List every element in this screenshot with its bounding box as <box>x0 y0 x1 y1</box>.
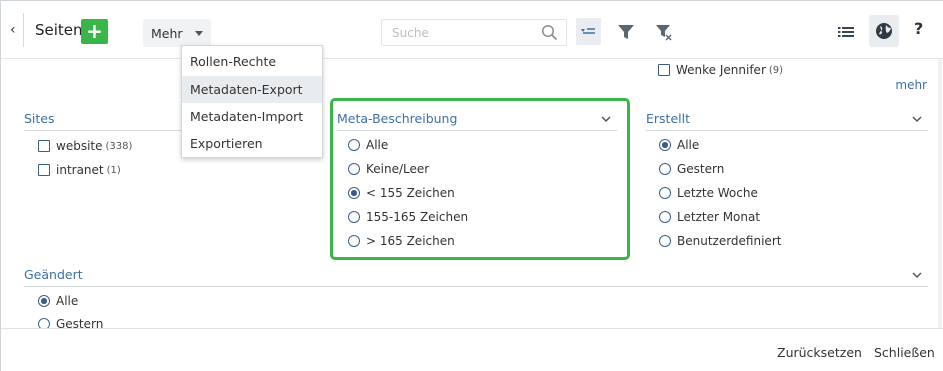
radio-label: Gestern <box>56 317 104 328</box>
radio-button-checked[interactable] <box>659 139 671 151</box>
list-view-icon[interactable] <box>835 21 857 43</box>
mehr-dropdown-button[interactable]: Mehr <box>143 19 211 47</box>
checkbox-count: (1) <box>106 164 121 176</box>
radio-button[interactable] <box>38 318 50 328</box>
radio-erstellt-alle[interactable]: Alle <box>659 135 699 155</box>
checkbox-count: (9) <box>768 64 784 76</box>
section-title: Sites <box>24 111 55 126</box>
footer: Zurücksetzen Schließen <box>1 328 943 371</box>
radio-geaendert-gestern[interactable]: Gestern <box>38 314 103 328</box>
menu-item-metadaten-import[interactable]: Metadaten-Import <box>182 103 322 130</box>
checkbox-label: intranet <box>56 163 104 177</box>
radio-label: Alle <box>56 294 79 308</box>
clear-filter-icon[interactable] <box>653 21 675 43</box>
caret-down-icon <box>195 31 203 36</box>
radio-label: Gestern <box>677 162 725 176</box>
mehr-label: Mehr <box>151 26 183 41</box>
radio-button[interactable] <box>659 235 671 247</box>
search-box <box>381 19 567 46</box>
toolbar-divider <box>23 13 24 47</box>
add-page-button[interactable]: + <box>81 19 108 44</box>
radio-label: Benutzerdefiniert <box>677 234 782 248</box>
radio-erstellt-benutzer[interactable]: Benutzerdefiniert <box>659 231 781 251</box>
checkbox[interactable] <box>38 140 50 152</box>
more-link[interactable]: mehr <box>895 78 927 92</box>
checkbox-row-wenke[interactable]: Wenke Jennifer (9) <box>658 60 783 80</box>
help-icon[interactable]: ? <box>914 19 923 38</box>
app-window: ‹ Seiten + Mehr Suche ? Wenke Jennifer (… <box>0 0 943 371</box>
menu-item-exportieren[interactable]: Exportieren <box>182 130 322 157</box>
toolbar: ‹ Seiten + Mehr Suche ? <box>1 1 943 59</box>
scrollbar[interactable] <box>938 59 942 328</box>
mehr-dropdown-menu: Rollen-Rechte Metadaten-Export Metadaten… <box>181 45 323 158</box>
radio-label: Letzter Monat <box>677 210 761 224</box>
back-chevron-icon[interactable]: ‹ <box>10 23 20 37</box>
radio-erstellt-monat[interactable]: Letzter Monat <box>659 207 760 227</box>
filter-icon[interactable] <box>615 21 637 43</box>
checkbox-count: (338) <box>105 140 133 152</box>
radio-button-checked[interactable] <box>38 295 50 307</box>
page-title: Seiten <box>35 21 83 39</box>
geaendert-section-header[interactable]: Geändert <box>24 265 928 287</box>
chevron-down-icon <box>912 116 922 123</box>
plus-icon: + <box>86 19 103 43</box>
reset-button[interactable]: Zurücksetzen <box>777 345 862 360</box>
radio-erstellt-gestern[interactable]: Gestern <box>659 159 724 179</box>
checkbox-label: Wenke Jennifer <box>676 63 766 77</box>
checkbox-label: website <box>56 139 103 153</box>
radio-label: Letzte Woche <box>677 186 758 200</box>
sort-filter-button[interactable] <box>576 18 601 45</box>
search-input[interactable] <box>382 20 532 45</box>
language-button[interactable] <box>869 15 899 47</box>
checkbox[interactable] <box>38 164 50 176</box>
sort-list-icon <box>581 28 595 34</box>
menu-item-rollen-rechte[interactable]: Rollen-Rechte <box>182 48 322 75</box>
chevron-down-icon <box>912 272 922 279</box>
section-title: Geändert <box>24 267 83 282</box>
highlight-annotation <box>330 98 630 260</box>
radio-button[interactable] <box>659 211 671 223</box>
radio-button[interactable] <box>659 187 671 199</box>
section-title: Erstellt <box>646 111 690 126</box>
close-button[interactable]: Schließen <box>874 345 935 360</box>
radio-label: Alle <box>677 138 700 152</box>
checkbox[interactable] <box>658 64 670 76</box>
radio-button[interactable] <box>659 163 671 175</box>
site-item-website[interactable]: website (338) <box>38 136 132 156</box>
radio-geaendert-alle[interactable]: Alle <box>38 291 78 311</box>
radio-erstellt-woche[interactable]: Letzte Woche <box>659 183 758 203</box>
menu-item-metadaten-export[interactable]: Metadaten-Export <box>182 76 322 103</box>
search-icon[interactable] <box>541 24 558 41</box>
erstellt-section-header[interactable]: Erstellt <box>646 109 928 131</box>
site-item-intranet[interactable]: intranet (1) <box>38 160 121 180</box>
globe-icon <box>876 23 892 39</box>
